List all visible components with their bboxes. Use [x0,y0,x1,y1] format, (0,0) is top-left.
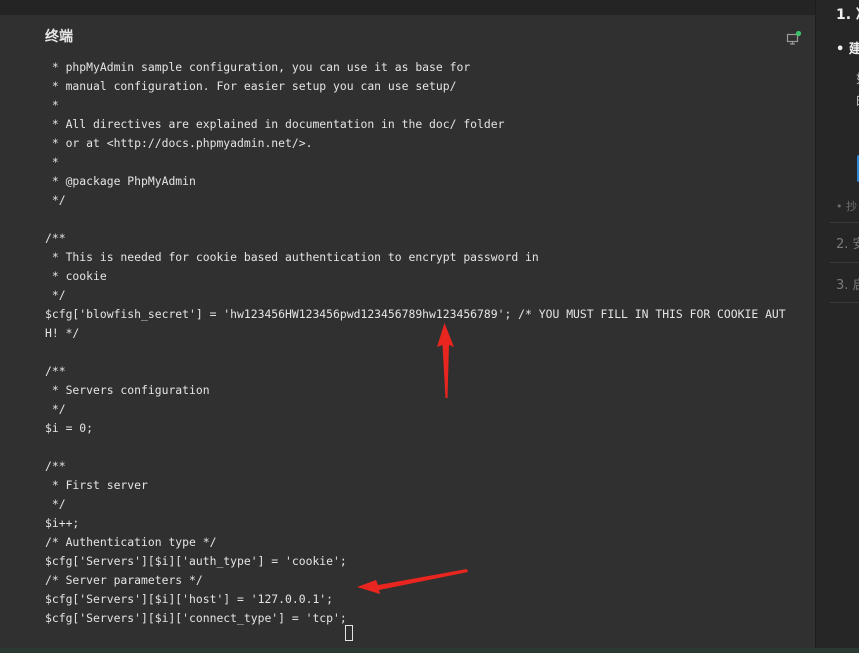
code-line: $cfg['Servers'][$i]['connect_type'] = 't… [45,611,347,625]
code-line: * [45,155,59,169]
code-line: * phpMyAdmin sample configuration, you c… [45,60,471,74]
terminal-code-output[interactable]: * phpMyAdmin sample configuration, you c… [45,58,786,628]
code-line: * This is needed for cookie based authen… [45,250,539,264]
bottom-bar [0,648,859,653]
code-line: */ [45,288,66,302]
code-line: /** [45,364,66,378]
code-line: /** [45,231,66,245]
code-line: $i++; [45,516,80,530]
code-line: * First server [45,478,148,492]
terminal-status-icon[interactable] [786,30,802,46]
code-line: * cookie [45,269,107,283]
top-bar [0,0,815,15]
code-line: * @package PhpMyAdmin [45,174,196,188]
code-line: */ [45,193,66,207]
terminal-panel[interactable]: 终端 * phpMyAdmin sample configuration, yo… [0,15,815,648]
code-line: $i = 0; [45,421,94,435]
step-3-heading[interactable]: 3. 启 [836,274,859,293]
code-line: */ [45,402,66,416]
code-line: * or at <http://docs.phpmyadmin.net/>. [45,136,313,150]
step-1-heading: 1. 准 [836,7,859,23]
code-line: $cfg['Servers'][$i]['auth_type'] = 'cook… [45,554,347,568]
code-line: * All directives are explained in docume… [45,117,505,131]
terminal-title: 终端 [45,29,73,45]
divider [830,302,859,303]
code-line: /* Authentication type */ [45,535,217,549]
code-line: H! */ [45,326,80,340]
code-line: * [45,98,59,112]
code-line: /** [45,459,66,473]
code-line: $cfg['blowfish_secret'] = 'hw123456HW123… [45,307,786,321]
code-line: * manual configuration. For easier setup… [45,79,457,93]
text-cursor [345,625,353,641]
code-line: $cfg['Servers'][$i]['host'] = '127.0.0.1… [45,592,334,606]
app-window: 终端 * phpMyAdmin sample configuration, yo… [0,0,859,653]
divider [830,262,859,263]
panel-dim-item: • 抄 [836,200,857,213]
divider [830,222,859,223]
bullet-heading: • 建 [836,42,859,57]
step-2-heading[interactable]: 2. 安 [836,233,859,252]
code-line: /* Server parameters */ [45,573,203,587]
code-line: * Servers configuration [45,383,210,397]
code-line: */ [45,497,66,511]
right-side-panel: 1. 准 • 建 如 的 • • 抄 2. 安 3. 启 [815,0,859,648]
